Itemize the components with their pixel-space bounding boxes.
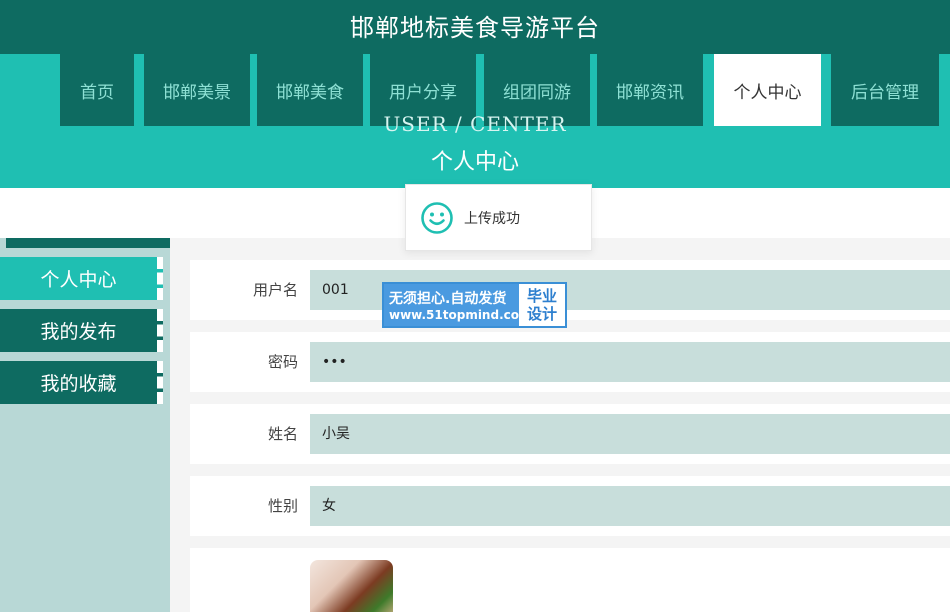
form-row-password: 密码	[190, 332, 950, 392]
form-row-avatar	[190, 548, 950, 612]
username-label: 用户名	[252, 281, 298, 299]
watermark-line2: www.51topmind.com	[389, 308, 532, 322]
toast-message: 上传成功	[464, 210, 520, 227]
form-row-username: 用户名	[190, 260, 950, 320]
banner-subtitle-en: USER / CENTER	[383, 112, 567, 136]
sidebar-item-user-center[interactable]: 个人中心	[0, 257, 163, 300]
form-row-gender: 性别	[190, 476, 950, 536]
form-row-name: 姓名	[190, 404, 950, 464]
watermark-stamp: 毕业 设计	[519, 284, 565, 326]
watermark-text: 无须担心.自动发货 www.51topmind.com	[384, 284, 532, 326]
sidebar-header-bar	[6, 238, 183, 248]
avatar-image[interactable]	[310, 560, 393, 612]
smile-icon	[421, 201, 453, 234]
name-input[interactable]	[310, 414, 950, 454]
site-header: 邯郸地标美食导游平台	[0, 0, 950, 54]
success-toast: 上传成功	[405, 184, 592, 251]
watermark-badge: 无须担心.自动发货 www.51topmind.com 毕业 设计	[382, 282, 567, 328]
gender-input[interactable]	[310, 486, 950, 526]
gender-label: 性别	[267, 497, 298, 515]
watermark-stamp-line2: 设计	[526, 305, 557, 323]
password-label: 密码	[267, 353, 298, 371]
watermark-stamp-line1: 毕业	[526, 287, 557, 305]
name-label: 姓名	[267, 425, 298, 443]
nav-banner: 首页 邯郸美景 邯郸美食 用户分享 组团同游 邯郸资讯 个人中心 后台管理 US…	[0, 54, 950, 188]
password-input[interactable]	[310, 342, 950, 382]
banner-title: 个人中心	[430, 150, 519, 175]
watermark-line1: 无须担心.自动发货	[389, 291, 507, 307]
sidebar-item-my-posts[interactable]: 我的发布	[0, 309, 163, 352]
site-title: 邯郸地标美食导游平台	[350, 14, 600, 42]
sidebar-item-my-favorites[interactable]: 我的收藏	[0, 361, 163, 404]
sidebar: 个人中心 我的发布 我的收藏	[0, 238, 183, 612]
